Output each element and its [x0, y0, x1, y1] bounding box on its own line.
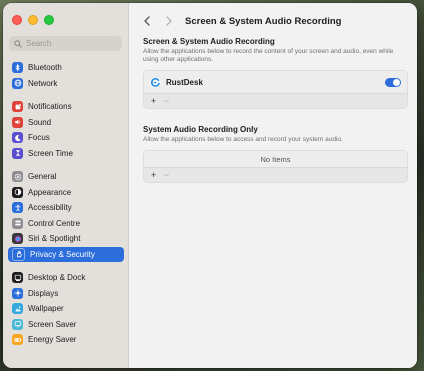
sidebar-item-label: Bluetooth: [28, 63, 62, 73]
zoom-button[interactable]: [44, 15, 54, 25]
control-centre-icon: [12, 217, 23, 229]
search-icon: [14, 39, 22, 48]
chevron-right-icon: [166, 16, 172, 26]
app-name: RustDesk: [166, 77, 203, 87]
sidebar-item-general[interactable]: General: [8, 169, 124, 185]
sidebar-item-label: General: [28, 172, 57, 182]
sidebar-item-privacy-security[interactable]: Privacy & Security: [8, 246, 124, 262]
sidebar-item-label: Control Centre: [28, 218, 81, 228]
sidebar-item-notifications[interactable]: Notifications: [8, 99, 124, 115]
section-description: Allow the applications below to record t…: [143, 48, 394, 63]
sidebar-item-label: Network: [28, 78, 58, 88]
sidebar-item-label: Notifications: [28, 102, 72, 112]
sidebar-item-appearance[interactable]: Appearance: [8, 185, 124, 201]
moon-icon: [12, 132, 23, 144]
sidebar-item-siri-spotlight[interactable]: Siri & Spotlight: [8, 231, 124, 247]
settings-window: Bluetooth Network Notifications Sound: [3, 3, 417, 368]
sun-icon: [12, 287, 23, 299]
chevron-left-icon: [144, 16, 150, 26]
toolbar: Screen & System Audio Recording: [129, 12, 417, 30]
sidebar-item-label: Displays: [28, 288, 59, 298]
sidebar-item-network[interactable]: Network: [8, 76, 124, 92]
sidebar-item-bluetooth[interactable]: Bluetooth: [8, 60, 124, 76]
search-input[interactable]: [26, 39, 116, 48]
sidebar-item-label: Desktop & Dock: [28, 273, 86, 283]
sidebar: Bluetooth Network Notifications Sound: [3, 3, 129, 368]
gear-icon: [12, 171, 23, 183]
screen-saver-icon: [12, 318, 23, 330]
section-description: Allow the applications below to access a…: [143, 136, 343, 143]
back-button[interactable]: [139, 13, 155, 29]
sidebar-item-label: Privacy & Security: [30, 249, 95, 259]
hourglass-icon: [12, 147, 23, 159]
sidebar-item-focus[interactable]: Focus: [8, 130, 124, 146]
page-title: Screen & System Audio Recording: [185, 15, 342, 27]
bluetooth-icon: [12, 62, 23, 74]
hand-icon: [12, 247, 25, 261]
sidebar-item-label: Energy Saver: [28, 335, 77, 345]
rustdesk-icon: [150, 76, 161, 88]
sidebar-item-label: Wallpaper: [28, 304, 64, 314]
sidebar-item-label: Sound: [28, 117, 52, 127]
app-row-rustdesk: RustDesk: [144, 71, 407, 94]
accessibility-icon: [12, 202, 23, 214]
sidebar-item-label: Accessibility: [28, 203, 72, 213]
minimize-button[interactable]: [28, 15, 38, 25]
screen-audio-section: Screen & System Audio Recording Allow th…: [143, 37, 408, 109]
window-controls: [12, 15, 54, 25]
system-audio-section: System Audio Recording Only Allow the ap…: [143, 125, 408, 183]
add-remove-bar: + −: [144, 168, 407, 182]
audio-app-list-panel: No Items + −: [143, 150, 408, 183]
wallpaper-icon: [12, 303, 23, 315]
sidebar-item-wallpaper[interactable]: Wallpaper: [8, 301, 124, 317]
search-field[interactable]: [9, 36, 122, 51]
sidebar-item-label: Siri & Spotlight: [28, 234, 81, 244]
main-content: Screen & System Audio Recording Screen &…: [129, 3, 417, 368]
sidebar-item-label: Focus: [28, 133, 50, 143]
sidebar-item-screen-saver[interactable]: Screen Saver: [8, 317, 124, 333]
section-title: Screen & System Audio Recording: [143, 37, 275, 46]
close-button[interactable]: [12, 15, 22, 25]
appearance-icon: [12, 186, 23, 198]
sidebar-item-label: Screen Saver: [28, 319, 77, 329]
rustdesk-toggle[interactable]: [385, 77, 401, 87]
sidebar-item-label: Screen Time: [28, 148, 73, 158]
add-button[interactable]: +: [147, 170, 160, 180]
globe-icon: [12, 77, 23, 89]
remove-button[interactable]: −: [160, 170, 173, 180]
sidebar-item-accessibility[interactable]: Accessibility: [8, 200, 124, 216]
sidebar-item-label: Appearance: [28, 187, 72, 197]
empty-list-text: No Items: [144, 151, 407, 168]
sidebar-item-energy-saver[interactable]: Energy Saver: [8, 332, 124, 348]
remove-button[interactable]: −: [160, 96, 173, 106]
sidebar-item-desktop-dock[interactable]: Desktop & Dock: [8, 270, 124, 286]
app-list-panel: RustDesk + −: [143, 70, 408, 109]
bell-icon: [12, 101, 23, 113]
add-button[interactable]: +: [147, 96, 160, 106]
sidebar-item-sound[interactable]: Sound: [8, 115, 124, 131]
sidebar-item-displays[interactable]: Displays: [8, 286, 124, 302]
add-remove-bar: + −: [144, 94, 407, 108]
section-title: System Audio Recording Only: [143, 125, 258, 134]
sidebar-list: Bluetooth Network Notifications Sound Fo…: [8, 60, 124, 348]
forward-button[interactable]: [161, 13, 177, 29]
dock-icon: [12, 272, 23, 284]
speaker-icon: [12, 116, 23, 128]
sidebar-item-control-centre[interactable]: Control Centre: [8, 216, 124, 232]
sidebar-item-screen-time[interactable]: Screen Time: [8, 146, 124, 162]
siri-icon: [12, 233, 23, 245]
battery-icon: [12, 334, 23, 346]
